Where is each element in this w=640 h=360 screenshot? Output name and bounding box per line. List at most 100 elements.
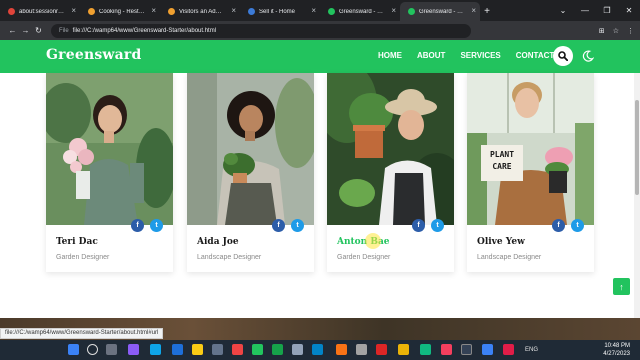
facebook-icon[interactable]: f [552,219,565,232]
team-photo [187,73,314,225]
tab-close-icon[interactable]: × [231,7,236,15]
address-text: file:///C:/wamp64/www/Greensward-Starter… [72,27,217,34]
teams-icon[interactable] [128,344,139,355]
team-card-body: Teri Dac Garden Designer [46,225,173,272]
browser-tab[interactable]: Sell it - Home × [240,2,320,21]
clock-time: 10:48 PM [604,343,630,349]
new-tab-button[interactable]: + [480,2,494,21]
forward-button[interactable]: → [19,26,32,35]
twitter-icon[interactable]: t [431,219,444,232]
facebook-icon[interactable]: f [272,219,285,232]
app-icon[interactable] [420,344,431,355]
extensions-icon[interactable]: ⊞ [599,27,605,35]
app-icon[interactable] [292,344,303,355]
app-icon[interactable] [272,344,283,355]
file-explorer-icon[interactable] [192,344,203,355]
team-card[interactable]: Aida Joe Landscape Designer f t [187,73,314,272]
search-icon[interactable] [87,344,98,355]
app-icon[interactable] [482,344,493,355]
team-member-role: Landscape Designer [197,254,262,261]
twitter-icon[interactable]: t [571,219,584,232]
tab-close-icon[interactable]: × [71,7,76,15]
tab-favicon-icon [8,8,15,15]
toolbar-actions: ⊞ ☆ ⋮ [599,27,634,35]
bookmark-star-icon[interactable]: ☆ [613,27,619,35]
cursor-highlight [365,233,381,249]
tab-favicon-icon [408,8,415,15]
twitter-icon[interactable]: t [150,219,163,232]
app-icon[interactable] [398,344,409,355]
nav-services[interactable]: SERVICES [460,51,500,60]
dark-mode-moon-icon[interactable] [582,50,594,62]
twitter-icon[interactable]: t [291,219,304,232]
start-icon[interactable] [68,344,79,355]
facebook-icon[interactable]: f [412,219,425,232]
team-card[interactable]: PLANT CARE Olive Yew Landscape Designer … [467,73,594,272]
app-icon[interactable] [503,344,514,355]
tab-close-icon[interactable]: × [471,7,476,15]
close-window-button[interactable]: ✕ [618,0,640,21]
chrome-icon[interactable] [252,344,263,355]
browser-toolbar: ← → ↻ File file:///C:/wamp64/www/Greensw… [0,21,640,40]
browser-tab[interactable]: Greensward - Gardening × [400,2,480,21]
team-card-body: Aida Joe Landscape Designer [187,225,314,272]
nav-about[interactable]: ABOUT [417,51,445,60]
back-to-top-button[interactable]: ↑ [613,278,630,295]
app-icon[interactable] [212,344,223,355]
nav-contact[interactable]: CONTACT [516,51,555,60]
tab-favicon-icon [328,8,335,15]
app-icon[interactable] [441,344,452,355]
tab-close-icon[interactable]: × [311,7,316,15]
browser-tab[interactable]: Greensward - Gardening × [320,2,400,21]
edge-icon[interactable] [150,344,161,355]
back-button[interactable]: ← [6,26,19,35]
browser-menu-icon[interactable]: ⋮ [627,27,634,35]
clock-date: 4/27/2023 [603,351,630,357]
app-icon[interactable] [232,344,243,355]
team-member-name: Teri Dac [56,237,98,247]
tab-title: about:sessionrestore [19,8,66,15]
team-member-name: Anton Bae [337,237,390,247]
vscode-icon[interactable] [172,344,183,355]
tab-title: Visitors an Admin Panel Cafe [179,8,226,15]
team-member-role: Garden Designer [56,254,110,261]
team-card[interactable]: Anton Bae Garden Designer f t [327,73,454,272]
team-card[interactable]: Teri Dac Garden Designer f t [46,73,173,272]
tab-favicon-icon [168,8,175,15]
taskbar-clock[interactable]: 10:48 PM 4/27/2023 [590,342,630,358]
app-icon[interactable] [312,344,323,355]
team-member-role: Garden Designer [337,254,391,261]
browser-tab[interactable]: about:sessionrestore × [0,2,80,21]
team-card-body: Anton Bae Garden Designer [327,225,454,272]
browser-tab-strip: about:sessionrestore×Cooking - Restauran… [0,0,640,21]
search-icon [558,51,568,61]
maximize-button[interactable]: ❐ [596,0,618,21]
firefox-icon[interactable] [336,344,347,355]
browser-tab[interactable]: Cooking - Restaurants Cafe × [80,2,160,21]
main-nav: HOME ABOUT SERVICES CONTACT [378,51,569,60]
scrollbar-thumb[interactable] [635,100,639,195]
tab-title: Greensward - Gardening [419,8,466,15]
tray-language[interactable]: ENG [525,347,538,353]
search-button[interactable] [553,46,573,66]
app-icon[interactable] [376,344,387,355]
tab-title: Greensward - Gardening [339,8,386,15]
tab-close-icon[interactable]: × [391,7,396,15]
team-member-name: Olive Yew [477,237,525,247]
browser-tab[interactable]: Visitors an Admin Panel Cafe × [160,2,240,21]
app-icon[interactable] [461,344,472,355]
nav-home[interactable]: HOME [378,51,402,60]
task-view-icon[interactable] [106,344,117,355]
reload-button[interactable]: ↻ [32,26,45,35]
system-tray[interactable]: ENG [525,340,538,360]
facebook-icon[interactable]: f [131,219,144,232]
site-logo[interactable]: Greensward [46,47,142,63]
tab-search-button[interactable]: ⌄ [552,0,574,21]
tab-close-icon[interactable]: × [151,7,156,15]
team-member-name: Aida Joe [197,237,239,247]
tab-title: Cooking - Restaurants Cafe [99,8,146,15]
app-icon[interactable] [356,344,367,355]
address-bar[interactable]: File file:///C:/wamp64/www/Greensward-St… [51,23,471,38]
team-photo [327,73,454,225]
minimize-button[interactable]: — [574,0,596,21]
